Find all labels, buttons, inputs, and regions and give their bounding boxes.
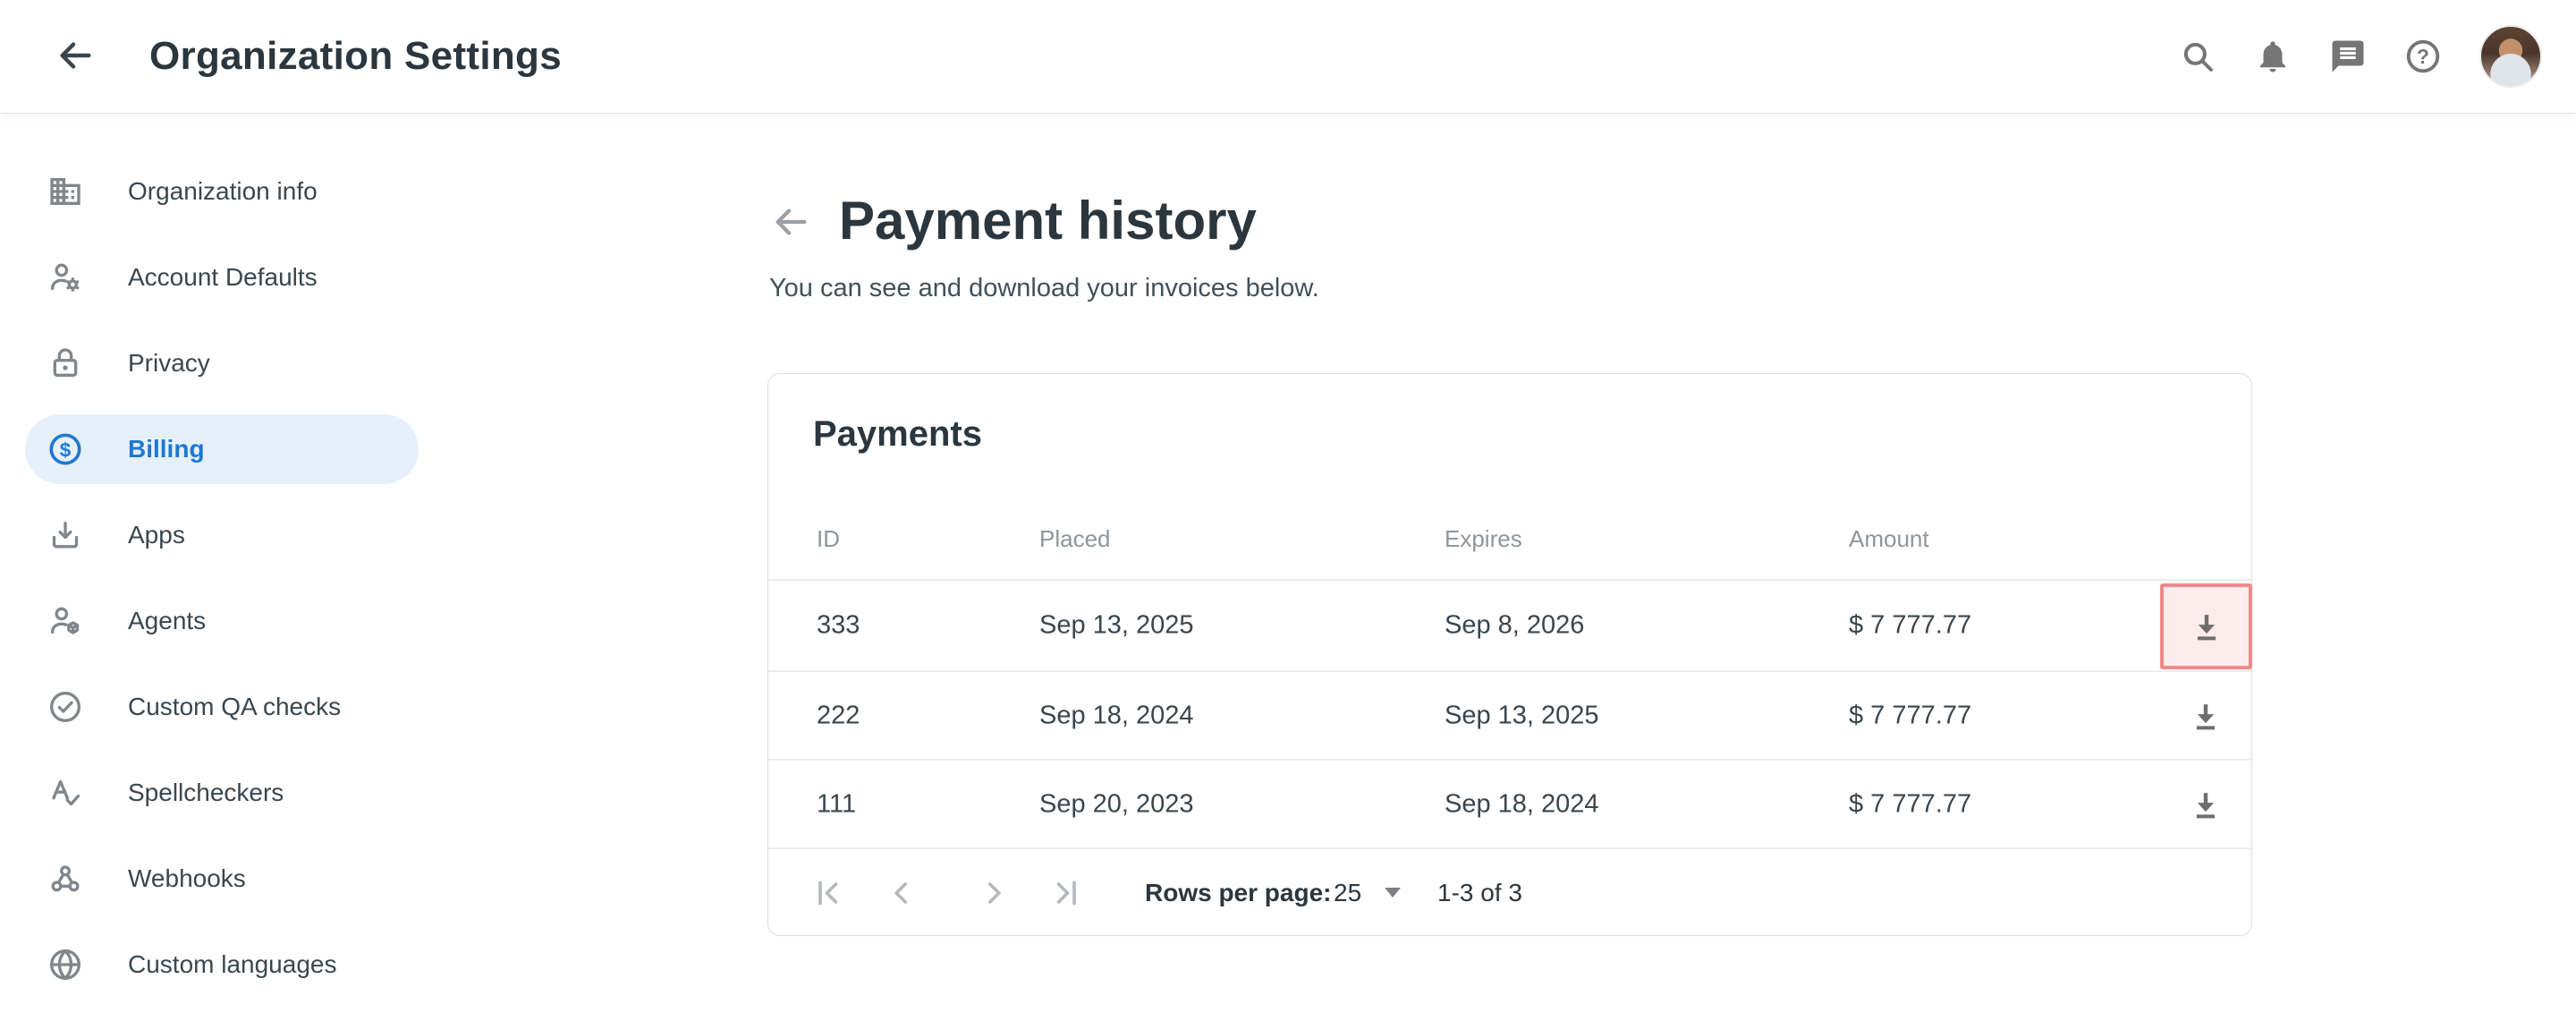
sidebar-item-label: Apps xyxy=(128,521,185,549)
notifications-button[interactable] xyxy=(2254,38,2292,75)
sidebar-item-custom-qa-checks[interactable]: Custom QA checks xyxy=(25,672,419,742)
cell-amount: $ 7 777.77 xyxy=(1849,701,1971,730)
download-invoice-button[interactable] xyxy=(2179,778,2233,831)
help-button[interactable]: ? xyxy=(2404,38,2442,75)
sidebar-item-label: Spellcheckers xyxy=(128,779,284,807)
next-page-button[interactable] xyxy=(970,870,1017,916)
spellcheck-icon xyxy=(47,775,83,811)
svg-text:?: ? xyxy=(2417,45,2429,68)
column-header-placed: Placed xyxy=(1039,525,1111,553)
chevron-right-icon xyxy=(976,875,1012,911)
sidebar-item-label: Custom QA checks xyxy=(128,693,341,721)
pagination-range-label: 1-3 of 3 xyxy=(1437,879,1522,907)
help-icon: ? xyxy=(2404,38,2442,75)
rows-per-page-value: 25 xyxy=(1334,879,1361,907)
lock-icon xyxy=(47,345,83,381)
sidebar-item-privacy[interactable]: Privacy xyxy=(25,328,419,398)
caret-down-icon xyxy=(1385,888,1401,898)
chat-icon xyxy=(2329,38,2367,75)
cell-expires: Sep 8, 2026 xyxy=(1445,610,1584,640)
sidebar-item-label: Billing xyxy=(128,435,205,464)
download-invoice-button[interactable] xyxy=(2179,689,2233,743)
last-page-button[interactable] xyxy=(1042,870,1089,916)
check-circle-icon xyxy=(47,689,83,725)
topbar-actions: ? xyxy=(2179,25,2542,88)
sidebar-item-label: Organization info xyxy=(128,177,318,206)
cell-id: 222 xyxy=(817,701,860,730)
previous-page-button[interactable] xyxy=(878,870,925,916)
cell-amount: $ 7 777.77 xyxy=(1849,610,1971,640)
globe-icon xyxy=(47,947,83,983)
table-row: 222 Sep 18, 2024 Sep 13, 2025 $ 7 777.77 xyxy=(768,672,2251,761)
sidebar-item-agents[interactable]: Agents xyxy=(25,586,419,656)
table-row: 111 Sep 20, 2023 Sep 18, 2024 $ 7 777.77 xyxy=(768,761,2251,849)
arrow-left-icon xyxy=(55,35,96,76)
sidebar-item-label: Privacy xyxy=(128,349,210,378)
person-cube-icon xyxy=(47,603,83,639)
app-title: Organization Settings xyxy=(149,34,562,79)
page-back-button[interactable] xyxy=(770,201,811,242)
notifications-icon xyxy=(2254,38,2292,75)
highlight-box xyxy=(2160,583,2252,669)
svg-text:$: $ xyxy=(60,438,72,461)
webhook-icon xyxy=(47,861,83,897)
dollar-circle-icon: $ xyxy=(47,431,83,467)
column-header-expires: Expires xyxy=(1445,525,1522,553)
building-icon xyxy=(47,174,83,209)
download-icon xyxy=(2186,785,2225,824)
cell-placed: Sep 13, 2025 xyxy=(1039,610,1194,640)
search-icon xyxy=(2179,38,2216,75)
sidebar-item-label: Custom languages xyxy=(128,950,336,979)
page-title: Payment history xyxy=(839,188,1257,254)
cell-placed: Sep 18, 2024 xyxy=(1039,701,1194,730)
user-avatar[interactable] xyxy=(2479,25,2542,88)
column-header-id: ID xyxy=(817,525,840,553)
cell-placed: Sep 20, 2023 xyxy=(1039,789,1194,819)
download-tray-icon xyxy=(47,517,83,553)
cell-expires: Sep 13, 2025 xyxy=(1445,701,1599,730)
sidebar-item-custom-languages[interactable]: Custom languages xyxy=(25,930,419,1000)
top-app-bar: Organization Settings ? xyxy=(0,0,2576,114)
rows-per-page-select[interactable]: 25 xyxy=(1334,879,1401,907)
cell-id: 111 xyxy=(817,789,856,819)
first-page-icon xyxy=(811,875,847,911)
last-page-icon xyxy=(1047,875,1083,911)
table-row: 333 Sep 13, 2025 Sep 8, 2026 $ 7 777.77 xyxy=(768,580,2251,672)
chevron-left-icon xyxy=(884,875,919,911)
page-subtitle: You can see and download your invoices b… xyxy=(769,271,1319,305)
cell-id: 333 xyxy=(817,610,860,640)
cell-expires: Sep 18, 2024 xyxy=(1445,789,1599,819)
card-title: Payments xyxy=(813,414,982,455)
sidebar-item-spellcheckers[interactable]: Spellcheckers xyxy=(25,758,419,828)
sidebar-item-account-defaults[interactable]: Account Defaults xyxy=(25,242,419,312)
download-icon xyxy=(2187,607,2226,646)
first-page-button[interactable] xyxy=(806,870,852,916)
sidebar-item-billing[interactable]: $ Billing xyxy=(25,414,419,484)
arrow-left-icon xyxy=(770,201,811,242)
cell-amount: $ 7 777.77 xyxy=(1849,789,1971,819)
back-button[interactable] xyxy=(52,33,98,80)
chat-button[interactable] xyxy=(2329,38,2367,75)
sidebar-item-organization-info[interactable]: Organization info xyxy=(25,157,419,226)
person-gear-icon xyxy=(47,260,83,295)
search-button[interactable] xyxy=(2179,38,2216,75)
sidebar-item-webhooks[interactable]: Webhooks xyxy=(25,844,419,914)
table-pagination: Rows per page: 25 1-3 of 3 xyxy=(768,849,2251,936)
payments-card: Payments ID Placed Expires Amount 333 Se… xyxy=(767,373,2252,936)
sidebar-item-apps[interactable]: Apps xyxy=(25,500,419,570)
sidebar-item-label: Account Defaults xyxy=(128,263,318,292)
sidebar-item-label: Agents xyxy=(128,607,206,635)
download-invoice-button[interactable] xyxy=(2180,600,2233,653)
settings-sidebar: Organization info Account Defaults Priva… xyxy=(0,114,420,1016)
download-icon xyxy=(2186,696,2225,736)
column-header-amount: Amount xyxy=(1849,525,1929,553)
sidebar-item-label: Webhooks xyxy=(128,864,246,893)
rows-per-page-label: Rows per page: xyxy=(1145,879,1331,907)
